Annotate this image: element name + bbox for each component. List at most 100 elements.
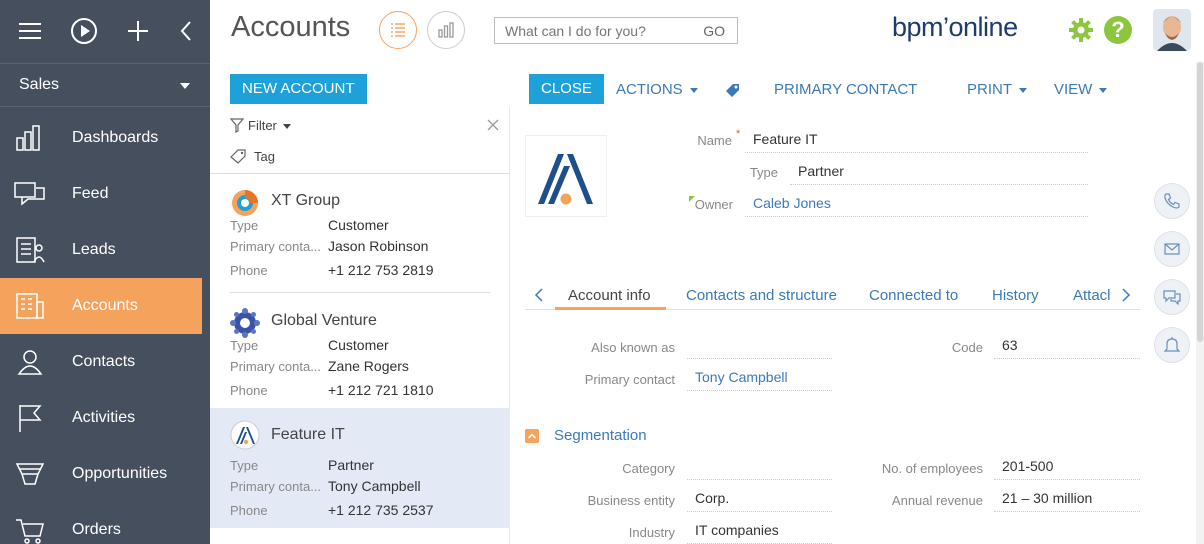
search-go-button[interactable]: GO — [703, 23, 725, 39]
field-value: Tony Campbell — [328, 478, 421, 494]
phone-icon — [1164, 193, 1180, 209]
collapse-chevron-left-icon[interactable] — [169, 14, 203, 48]
list-item[interactable]: Global Venture Type Customer Primary con… — [210, 294, 510, 412]
field-label: Phone — [230, 263, 268, 278]
code-label: Code — [951, 340, 983, 355]
tag-icon[interactable] — [724, 82, 741, 99]
dashboards-icon — [16, 125, 40, 151]
business-entity-label: Business entity — [587, 493, 675, 508]
business-entity-field[interactable]: Corp. — [687, 490, 832, 512]
view-label: VIEW — [1054, 81, 1093, 98]
command-search: GO — [494, 17, 738, 44]
print-menu[interactable]: PRINT — [967, 81, 1027, 98]
record-name[interactable]: Feature IT — [271, 426, 345, 444]
list-view-button[interactable] — [379, 11, 417, 49]
help-button[interactable]: ? — [1104, 16, 1132, 44]
nav-item-orders[interactable]: Orders — [0, 502, 202, 544]
leads-icon — [16, 237, 45, 263]
record-name[interactable]: Global Venture — [271, 312, 377, 330]
collapse-section-icon[interactable] — [525, 429, 539, 443]
record-name[interactable]: XT Group — [271, 192, 340, 210]
field-label: Type — [230, 338, 259, 353]
actions-menu[interactable]: ACTIONS — [616, 81, 698, 98]
primary-contact-label: Primary contact — [584, 372, 675, 387]
process-play-icon[interactable] — [67, 14, 101, 48]
opportunities-funnel-icon — [15, 463, 45, 485]
nav-item-feed[interactable]: Feed — [0, 166, 202, 222]
list-view-icon — [391, 23, 405, 37]
primary-contact-field[interactable]: Tony Campbell — [687, 369, 832, 391]
activities-flag-icon — [19, 405, 42, 432]
nav-item-leads[interactable]: Leads — [0, 222, 202, 278]
nav-item-opportunities[interactable]: Opportunities — [0, 446, 202, 502]
field-value: Customer — [328, 217, 389, 233]
also-known-as-field[interactable] — [687, 337, 832, 359]
app-root: Sales Dashboards Feed Leads Accounts Con… — [0, 0, 1204, 544]
owner-field[interactable]: Caleb Jones — [745, 195, 1088, 217]
account-logo[interactable] — [525, 135, 607, 217]
tab-account-info[interactable]: Account info — [568, 287, 651, 304]
field-label: Type — [230, 458, 259, 473]
hamburger-menu-icon[interactable] — [13, 14, 47, 48]
tab-history[interactable]: History — [992, 287, 1039, 304]
feed-icon — [14, 182, 45, 206]
analytics-view-button[interactable] — [427, 11, 465, 49]
chevron-right-icon[interactable] — [1121, 288, 1131, 302]
category-field[interactable] — [687, 458, 832, 480]
field-label: Phone — [230, 383, 268, 398]
close-button[interactable]: CLOSE — [529, 74, 604, 104]
page-scrollbar[interactable] — [1196, 62, 1204, 544]
nav-item-activities[interactable]: Activities — [0, 390, 202, 446]
nav-item-contacts[interactable]: Contacts — [0, 334, 202, 390]
list-item[interactable]: XT Group Type Customer Primary conta... … — [210, 174, 510, 293]
annual-revenue-field[interactable]: 21 – 30 million — [994, 490, 1140, 512]
call-button[interactable] — [1154, 183, 1190, 219]
add-icon[interactable] — [121, 14, 155, 48]
new-account-button[interactable]: NEW ACCOUNT — [230, 74, 367, 104]
employees-field[interactable]: 201-500 — [994, 458, 1140, 480]
field-value: +1 212 721 1810 — [328, 382, 434, 398]
tab-connected-to[interactable]: Connected to — [869, 287, 958, 304]
category-label: Category — [622, 461, 675, 476]
communication-panel — [1142, 170, 1204, 544]
nav-item-label: Leads — [72, 241, 116, 258]
nav-item-label: Dashboards — [72, 129, 159, 146]
help-icon: ? — [1111, 17, 1125, 42]
nav-item-accounts[interactable]: Accounts — [0, 278, 202, 334]
tab-contacts-and-structure[interactable]: Contacts and structure — [686, 287, 837, 304]
field-label: Primary conta... — [230, 359, 322, 374]
tag-filter-button[interactable]: Tag — [230, 149, 275, 164]
global-venture-logo — [230, 308, 260, 338]
gear-icon[interactable] — [1068, 17, 1094, 43]
list-item-selected[interactable]: Feature IT Type Partner Primary conta...… — [210, 408, 510, 528]
field-value: +1 212 735 2537 — [328, 502, 434, 518]
tag-outline-icon — [230, 149, 246, 164]
bar-chart-icon — [438, 22, 454, 38]
required-marker: * — [736, 128, 741, 140]
code-field[interactable]: 63 — [994, 337, 1140, 359]
name-field[interactable]: Feature IT — [745, 131, 1088, 153]
close-filter-icon[interactable] — [486, 118, 500, 132]
segmentation-section-title[interactable]: Segmentation — [554, 427, 647, 444]
industry-label: Industry — [628, 525, 675, 540]
workspace-selector[interactable]: Sales — [0, 63, 210, 107]
view-menu[interactable]: VIEW — [1054, 81, 1108, 98]
field-label: Primary conta... — [230, 239, 322, 254]
primary-contact-button[interactable]: PRIMARY CONTACT — [774, 81, 917, 98]
user-avatar[interactable] — [1153, 9, 1191, 51]
chat-button[interactable] — [1154, 279, 1190, 315]
notifications-button[interactable] — [1154, 327, 1190, 363]
search-input[interactable] — [495, 18, 695, 43]
nav-item-dashboards[interactable]: Dashboards — [0, 110, 202, 166]
bpmonline-logo: bpm’online — [892, 12, 1018, 43]
workspace-label: Sales — [19, 76, 60, 93]
tab-attachments[interactable]: Attacl — [1073, 287, 1111, 304]
filter-button[interactable]: Filter — [230, 118, 291, 133]
industry-field[interactable]: IT companies — [687, 522, 832, 544]
type-field[interactable]: Partner — [790, 163, 1088, 185]
filter-funnel-icon — [230, 118, 244, 133]
scrollbar-thumb[interactable] — [1197, 62, 1203, 342]
chevron-left-icon[interactable] — [534, 288, 544, 302]
row-divider — [230, 292, 490, 293]
email-button[interactable] — [1154, 231, 1190, 267]
